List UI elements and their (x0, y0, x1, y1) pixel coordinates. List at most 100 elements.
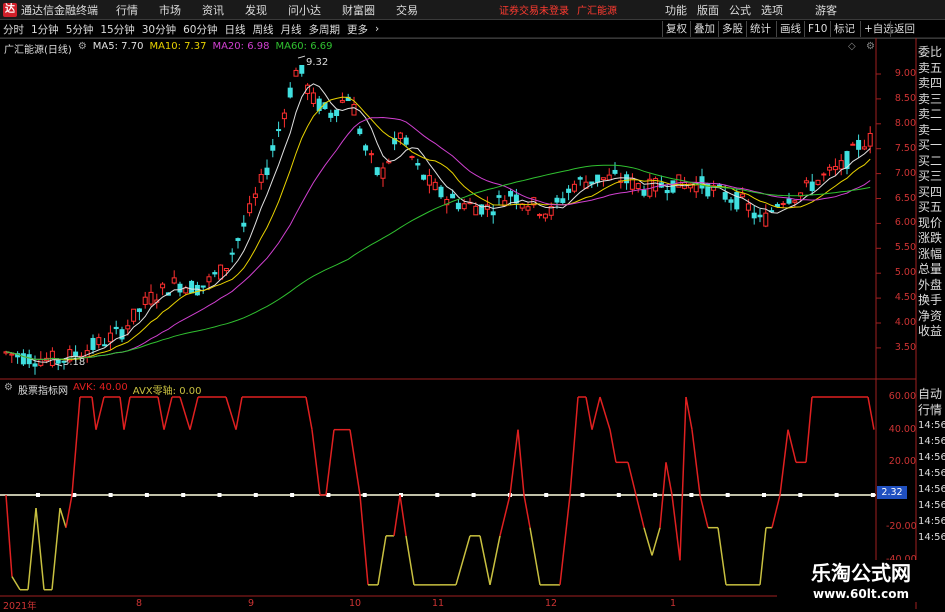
indicator-tick: -20.00 (886, 521, 917, 532)
candle-body (809, 181, 815, 192)
candle-body (218, 264, 224, 280)
candle-body (473, 205, 479, 216)
avk-segment (305, 396, 313, 430)
avk-segment (119, 396, 125, 430)
candle-body (374, 167, 380, 176)
avk-segment (499, 494, 511, 537)
quote-row-label: 现价 (918, 215, 943, 230)
candle-body (409, 155, 415, 158)
zero-axis-dot (834, 493, 839, 497)
candle-body (740, 193, 746, 198)
avk-segment (157, 396, 165, 430)
avk-label: AVK: 40.00 (72, 382, 128, 393)
indicator-title: 股票指标网 (17, 386, 68, 397)
candle-body (635, 183, 641, 190)
avk-segment (699, 494, 709, 528)
avk-segment (5, 494, 13, 577)
x-label-dec: 12 (545, 598, 558, 609)
candle-body (421, 174, 427, 180)
avk-segment (235, 396, 243, 430)
avk-segment (59, 507, 67, 528)
price-tick: 5.00 (894, 267, 916, 279)
quote-row-label: 收益 (918, 324, 943, 338)
zero-axis-dot (362, 493, 367, 497)
avk-segment (643, 527, 653, 556)
candle-body (537, 213, 543, 217)
candle-body (751, 212, 757, 219)
candle-body (194, 284, 200, 296)
zero-axis-dot (108, 493, 113, 497)
candle-body (281, 112, 287, 120)
candle-body (90, 337, 96, 350)
quote-row-label: 卖四 (918, 76, 943, 90)
tick-row-label: 自动 (918, 387, 943, 401)
avk-segment (35, 507, 45, 590)
candle-body (542, 213, 548, 219)
candle-body (113, 326, 119, 330)
candle-body (566, 188, 572, 193)
high-label: 9.32 (306, 57, 329, 68)
avk-segment (91, 396, 97, 430)
zero-axis-dot (616, 493, 621, 497)
candle-body (577, 177, 583, 180)
candle-body (299, 64, 305, 74)
zero-axis-dot (580, 493, 585, 497)
tick-row-label: 14:56 (918, 484, 945, 495)
price-tick: 6.00 (894, 217, 916, 229)
quote-row-label: 卖二 (918, 107, 943, 121)
candle-body (525, 206, 531, 211)
quote-row-label: 外盘 (918, 277, 943, 292)
quote-row-label: 卖五 (918, 60, 943, 75)
quote-row-label: 买一 (918, 138, 943, 152)
zero-axis-dot (253, 493, 258, 497)
candle-body (32, 363, 38, 367)
candle-body (189, 280, 195, 294)
indicator-gear-icon[interactable]: ⚙ (4, 382, 13, 397)
avk-segment (627, 462, 637, 496)
candle-body (200, 285, 206, 288)
candle-body (496, 195, 502, 198)
price-tick: 7.00 (894, 167, 916, 179)
candle-body (357, 128, 363, 135)
avk-segment (679, 396, 687, 561)
avk-segment (479, 535, 491, 585)
quote-row-label: 卖三 (918, 91, 943, 106)
avk-segment (517, 429, 525, 496)
zero-axis-dot (326, 493, 331, 497)
candle-body (380, 167, 386, 179)
quote-row-label: 换手 (918, 293, 943, 307)
candle-body (131, 308, 137, 322)
avk-segment (51, 507, 61, 590)
candle-body (850, 143, 856, 146)
x-label-sep: 9 (248, 598, 255, 609)
candle-body (461, 203, 467, 210)
avk-segment (691, 429, 701, 496)
zero-axis-dot (689, 493, 694, 497)
candle-body (861, 146, 867, 150)
candle-body (212, 272, 218, 275)
zero-axis-dot (290, 493, 295, 497)
tick-panel: 自动 行情 14:56 14:56 14:56 14:56 14:56 14:56 14:56 1… (918, 386, 945, 546)
avk-segment (591, 396, 601, 430)
avk-segment (665, 462, 673, 496)
avx-label: AVX零轴: 0.00 (132, 386, 202, 397)
candle-body (270, 145, 276, 151)
ma20-line (5, 116, 871, 360)
avk-segment (11, 576, 21, 591)
quote-row-label: 总量 (918, 262, 943, 276)
price-tick: 7.50 (894, 142, 916, 154)
candle-body (258, 174, 264, 183)
quote-row-label: 净资 (918, 308, 943, 323)
candle-body (107, 332, 113, 343)
zero-axis-dot (435, 493, 440, 497)
avk-segment (771, 494, 781, 528)
avk-segment (399, 494, 407, 536)
candle-body (664, 190, 670, 194)
avk-segment (225, 396, 237, 430)
x-label-aug: 8 (136, 598, 143, 609)
chart-canvas[interactable] (0, 0, 945, 609)
avk-segment (509, 429, 519, 496)
candle-body (415, 163, 421, 166)
zero-axis-dot (798, 493, 803, 497)
avk-segment (867, 396, 875, 430)
